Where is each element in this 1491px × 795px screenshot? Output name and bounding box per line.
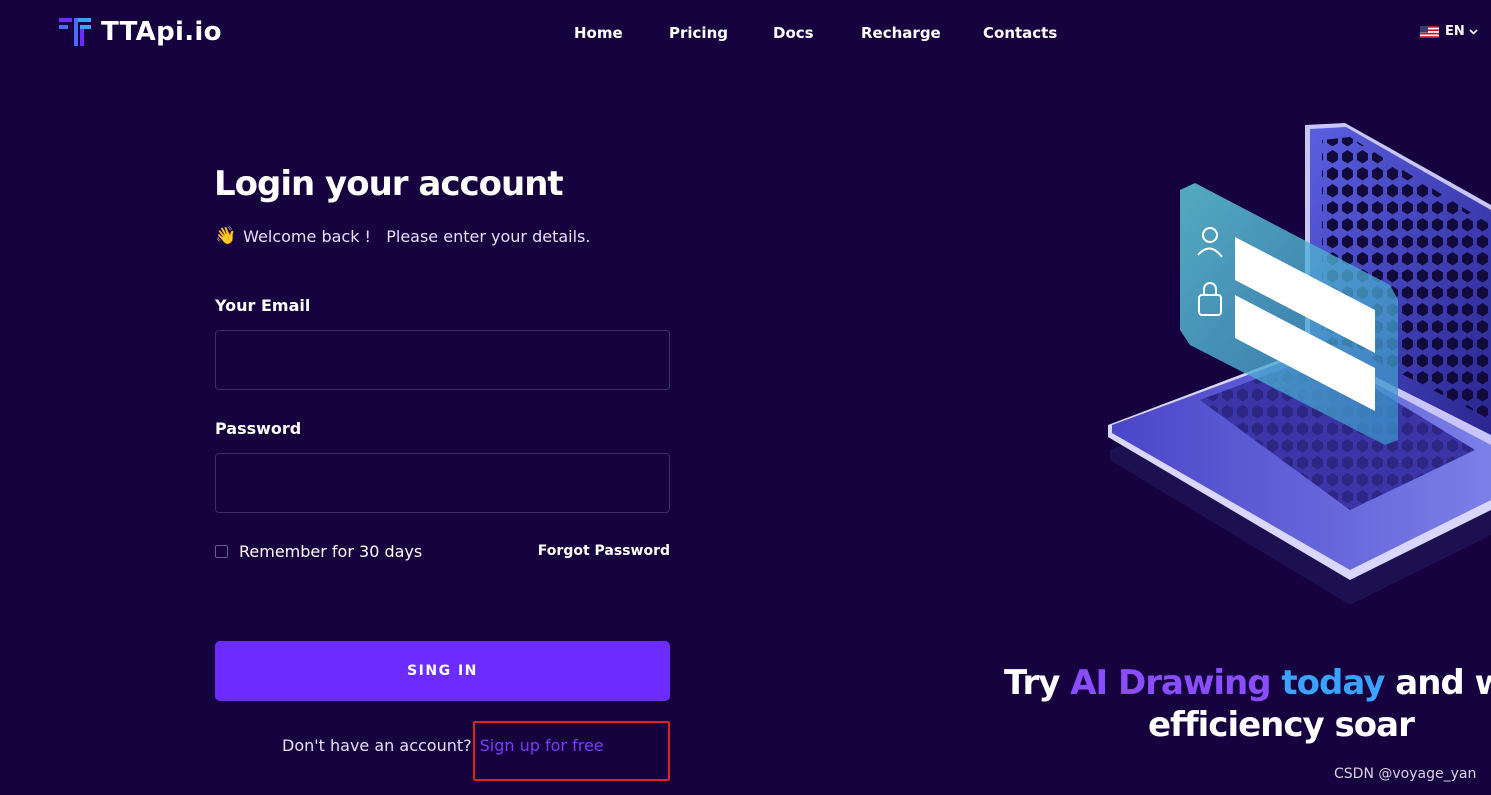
no-account-text: Don't have an account? [282,736,472,755]
welcome-message: Welcome back ! Please enter your details… [243,226,591,246]
watermark: CSDN @voyage_yan [1334,766,1477,782]
waving-hand-icon: 👋 [215,226,237,246]
login-laptop-illustration [1108,123,1491,605]
password-field[interactable] [215,453,670,513]
login-page: TTApi.io Home Pricing Docs Recharge Cont… [0,0,1491,795]
email-field[interactable] [215,330,670,390]
nav-contacts[interactable]: Contacts [983,24,1057,42]
sign-in-button[interactable]: SING IN [215,641,670,701]
promo-line-2: efficiency soar [1148,705,1415,745]
remember-label: Remember for 30 days [239,542,423,561]
main-nav: Home Pricing Docs Recharge Contacts [0,24,1491,44]
promo-part-2: AI Drawing [1070,663,1282,703]
promo-part-4: and watc [1395,663,1491,703]
page-title: Login your account [214,164,564,204]
welcome-text: 👋 Welcome back ! Please enter your detai… [215,226,590,246]
promo-part-3: today [1281,663,1385,703]
remember-checkbox[interactable] [215,545,228,558]
language-label: EN [1445,24,1465,39]
promo-line-1: Try AI Drawing today and watc [1004,662,1491,704]
nav-home[interactable]: Home [574,24,623,42]
language-selector[interactable]: EN [1420,24,1478,39]
nav-pricing[interactable]: Pricing [669,24,728,42]
annotation-box [473,721,670,781]
us-flag-icon [1420,25,1439,38]
nav-docs[interactable]: Docs [773,24,814,42]
email-label: Your Email [215,296,311,315]
nav-recharge[interactable]: Recharge [861,24,941,42]
remember-me: Remember for 30 days [215,542,422,561]
password-label: Password [215,419,302,438]
forgot-password-link[interactable]: Forgot Password [538,543,670,559]
chevron-down-icon [1469,28,1478,35]
promo-part-1: Try [1004,663,1071,703]
